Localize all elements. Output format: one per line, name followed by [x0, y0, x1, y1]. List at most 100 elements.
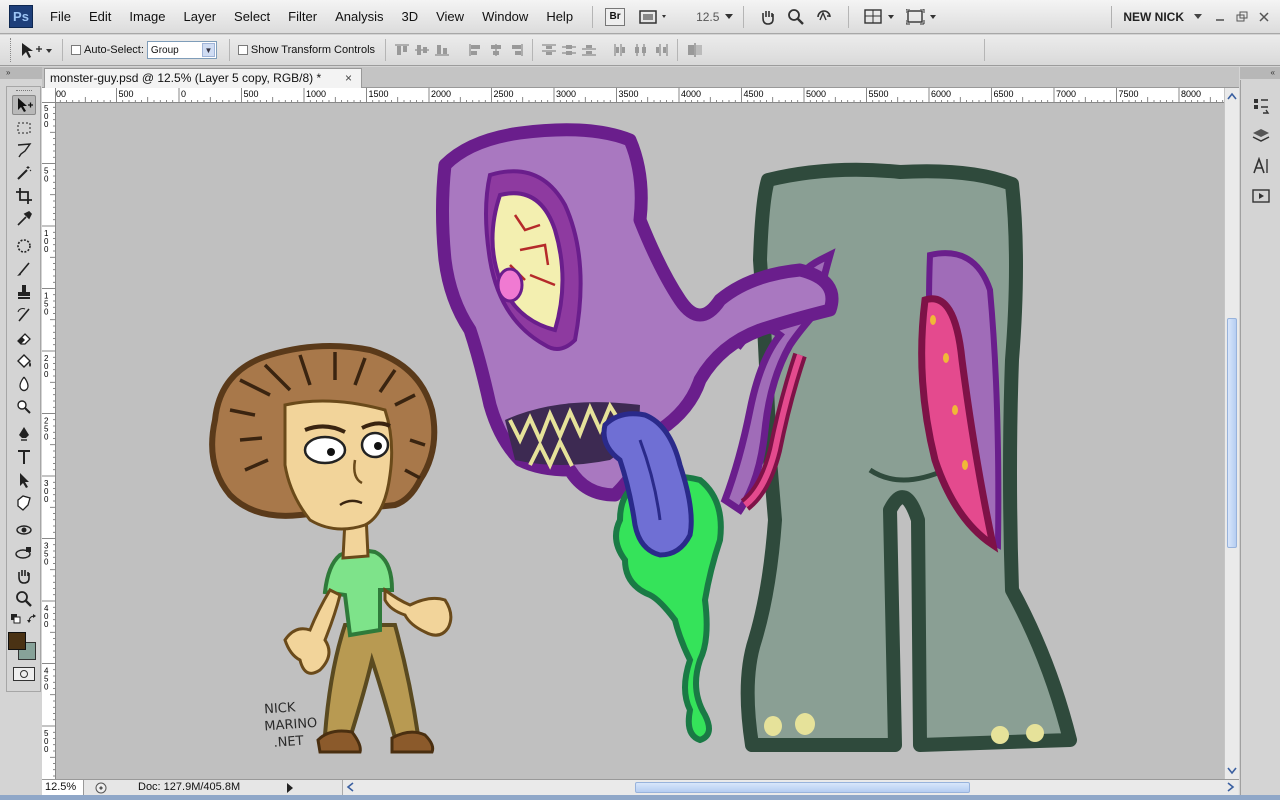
layers-panel-button[interactable] — [1249, 124, 1273, 148]
character-panel-button[interactable] — [1249, 154, 1273, 178]
horizontal-scroll-thumb[interactable] — [635, 782, 970, 793]
workspace-switcher[interactable]: NEW NICK — [1111, 0, 1202, 34]
menu-file[interactable]: File — [41, 0, 80, 34]
3d-rotate-tool[interactable] — [12, 520, 36, 540]
distribute-center-icon[interactable] — [561, 42, 577, 58]
paint-bucket-tool[interactable] — [12, 351, 36, 371]
rotate-view-button[interactable] — [815, 6, 833, 28]
minimize-button[interactable] — [1214, 0, 1226, 34]
menu-window[interactable]: Window — [473, 0, 537, 34]
menu-layer[interactable]: Layer — [175, 0, 226, 34]
align-left-edges-icon[interactable] — [468, 42, 484, 58]
screen-mode-button[interactable] — [906, 6, 938, 28]
arrange-documents-icon — [864, 8, 895, 24]
vertical-scroll-thumb[interactable] — [1227, 318, 1237, 548]
close-window-button[interactable] — [1258, 0, 1270, 34]
move-tool[interactable] — [12, 95, 36, 115]
menu-select[interactable]: Select — [225, 0, 279, 34]
document-canvas[interactable]: NICK MARINO .NET — [56, 103, 1224, 779]
auto-align-layers-icon[interactable] — [686, 42, 704, 58]
menu-image[interactable]: Image — [120, 0, 174, 34]
dodge-tool[interactable] — [12, 397, 36, 417]
document-tab[interactable]: monster-guy.psd @ 12.5% (Layer 5 copy, R… — [44, 68, 362, 88]
crop-tool[interactable] — [12, 186, 36, 206]
align-right-edges-icon[interactable] — [508, 42, 524, 58]
menu-view[interactable]: View — [427, 0, 473, 34]
blur-tool[interactable] — [12, 374, 36, 394]
horizontal-ruler[interactable]: 00 500 0 500 1000 1500 2000 2500 3000 3500 4000 450… — [56, 88, 1224, 103]
options-bar-grip[interactable] — [10, 38, 14, 62]
distribute-bottom-icon[interactable] — [581, 42, 597, 58]
auto-select-checkbox[interactable]: Auto-Select: — [71, 44, 144, 56]
menu-filter[interactable]: Filter — [279, 0, 326, 34]
clone-stamp-tool[interactable] — [12, 282, 36, 302]
arrange-documents-button[interactable] — [864, 6, 896, 28]
zoom-tool[interactable] — [12, 589, 36, 609]
distribute-top-icon[interactable] — [541, 42, 557, 58]
history-panel-button[interactable] — [1249, 94, 1273, 118]
photoshop-logo[interactable]: Ps — [9, 5, 33, 28]
menu-analysis[interactable]: Analysis — [326, 0, 392, 34]
brush-tool[interactable] — [12, 259, 36, 279]
align-horizontal-centers-icon[interactable] — [488, 42, 504, 58]
mini-bridge-button[interactable] — [639, 6, 669, 28]
swap-colors-icon[interactable] — [27, 613, 37, 623]
animation-panel-button[interactable] — [1249, 184, 1273, 208]
spot-healing-tool[interactable] — [12, 236, 36, 256]
scroll-up-arrow-icon[interactable] — [1225, 90, 1239, 104]
close-document-icon[interactable]: × — [345, 69, 352, 88]
auto-select-target-dropdown[interactable]: Group ▼ — [146, 41, 217, 59]
distribute-left-icon[interactable] — [613, 42, 629, 58]
menu-help[interactable]: Help — [537, 0, 582, 34]
toolbox-grip[interactable] — [16, 90, 32, 93]
status-menu-arrow-icon[interactable] — [285, 782, 295, 794]
bridge-button[interactable]: Br — [605, 7, 626, 26]
scroll-down-arrow-icon[interactable] — [1225, 763, 1239, 777]
vertical-scrollbar[interactable] — [1224, 88, 1239, 779]
toolbox-collapse-toggle[interactable]: » — [0, 67, 42, 79]
show-transform-controls-checkbox[interactable]: Show Transform Controls — [237, 44, 375, 56]
document-info-icon[interactable] — [94, 781, 108, 795]
type-tool[interactable] — [12, 447, 36, 467]
shape-tool[interactable] — [12, 493, 36, 513]
scroll-left-arrow-icon[interactable] — [344, 780, 358, 794]
show-transform-checkbox-box[interactable] — [237, 45, 248, 55]
history-brush-tool[interactable] — [12, 305, 36, 325]
guy-legs — [316, 623, 435, 754]
align-top-edges-icon[interactable] — [394, 42, 410, 58]
hand-tool[interactable] — [12, 566, 36, 586]
vertical-ruler[interactable]: 50050100150200250300350400450500550 — [42, 103, 56, 779]
path-selection-tool[interactable] — [12, 470, 36, 490]
ruler-h-label: 4500 — [744, 89, 764, 99]
menu-edit[interactable]: Edit — [80, 0, 120, 34]
restore-button[interactable] — [1236, 0, 1248, 34]
scroll-right-arrow-icon[interactable] — [1223, 780, 1237, 794]
auto-select-checkbox-box[interactable] — [71, 45, 81, 55]
3d-orbit-tool[interactable] — [12, 543, 36, 563]
menu-3d[interactable]: 3D — [392, 0, 427, 34]
zoom-tool-button[interactable] — [787, 6, 805, 28]
magic-wand-tool[interactable] — [12, 163, 36, 183]
zoom-percentage-field[interactable]: 12.5% — [42, 780, 84, 795]
align-bottom-edges-icon[interactable] — [434, 42, 450, 58]
document-tab-bar: monster-guy.psd @ 12.5% (Layer 5 copy, R… — [42, 67, 1239, 88]
align-vertical-centers-icon[interactable] — [414, 42, 430, 58]
eyedropper-tool[interactable] — [12, 209, 36, 229]
default-colors-icon[interactable] — [11, 613, 21, 624]
distribute-horizontal-icon[interactable] — [633, 42, 649, 58]
pen-tool[interactable] — [12, 424, 36, 444]
paint-bucket-icon — [17, 354, 31, 368]
tool-preset-picker[interactable] — [18, 40, 54, 60]
marquee-tool[interactable] — [12, 118, 36, 138]
ruler-origin[interactable] — [42, 88, 56, 103]
distribute-right-icon[interactable] — [653, 42, 669, 58]
hand-tool-button[interactable] — [759, 6, 777, 28]
panel-collapse-toggle[interactable]: « — [1240, 67, 1280, 79]
horizontal-scrollbar[interactable] — [342, 780, 1238, 795]
eraser-tool[interactable] — [12, 328, 36, 348]
lasso-tool[interactable] — [12, 140, 36, 160]
quick-mask-button[interactable] — [13, 667, 35, 681]
foreground-color-swatch[interactable] — [8, 632, 26, 650]
rectangle-marquee-icon — [17, 122, 31, 134]
zoom-level-dropdown[interactable]: 12.5 — [696, 10, 734, 24]
